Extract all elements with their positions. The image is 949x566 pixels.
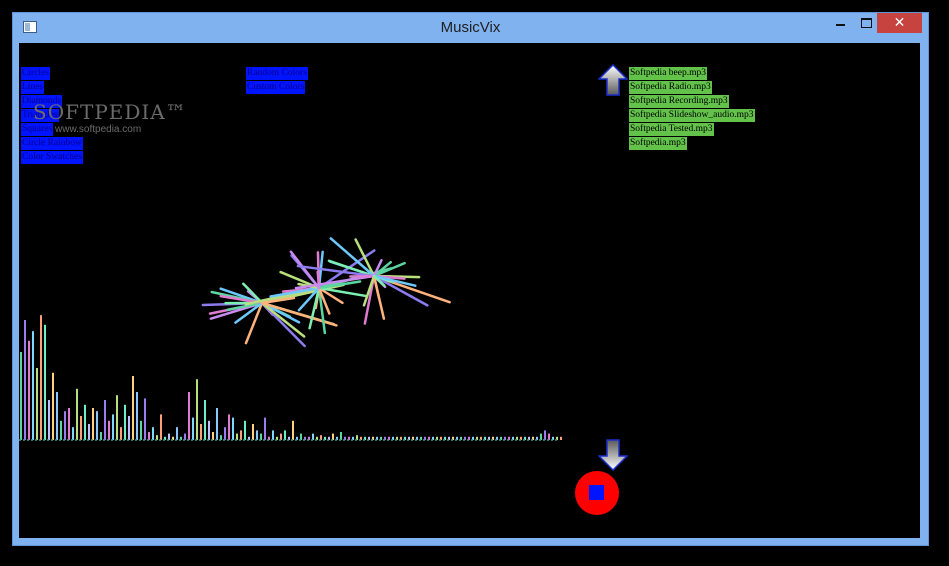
spectrum-bar [88,424,90,440]
spectrum-bar [224,427,226,440]
playlist-item[interactable]: Softpedia beep.mp3 [629,67,707,80]
menu-item-circle-rainbow[interactable]: Circle Rainbow [21,137,83,150]
watermark-logo: SOFTPEDIA™ [33,100,187,124]
spectrum-bar [152,427,154,440]
spectrum-bar [68,408,70,440]
spectrum-bar [208,420,210,440]
scroll-up-button[interactable] [598,64,628,96]
spectrum-bar [252,424,254,440]
spectrum-bar [260,433,262,440]
watermark-url: www.softpedia.com [55,124,142,135]
spectrum-bar [228,414,230,440]
spectrum-bar [300,433,302,440]
spectrum-bar [312,433,314,440]
spectrum-bar [124,404,126,440]
spectrum-bar [272,430,274,440]
spectrum-bar [148,432,150,440]
spectrum-bar [108,420,110,440]
softpedia-watermark: SOFTPEDIA™ www.softpedia.com [33,100,187,135]
spectrum-bar [36,368,38,440]
spectrum-bar [236,433,238,440]
spectrum-bar [188,392,190,440]
spectrum-bar [548,433,550,440]
spectrum-bar [240,430,242,440]
burst-line [316,251,321,290]
close-button[interactable]: ✕ [877,13,922,33]
spectrum-bar [540,433,542,440]
spectrum-bar [128,416,130,440]
spectrum-bar [92,408,94,440]
stop-button[interactable] [575,471,619,515]
spectrum-bar [160,414,162,440]
spectrum-bar [544,430,546,440]
spectrum-bar [216,408,218,440]
spectrum-bar [192,417,194,440]
spectrum-bar [284,430,286,440]
spectrum-bar [204,400,206,440]
spectrum-bar [340,432,342,440]
arrow-up-icon [598,64,628,96]
window-title: MusicVix [440,19,501,36]
menu-item-color-swatches[interactable]: Color Swatches [21,151,83,164]
spectrum-bar [136,392,138,440]
spectrum-bar [292,420,294,440]
spectrum-bar [40,315,42,440]
spectrum-bar [140,420,142,440]
playlist-item[interactable]: Softpedia Recording.mp3 [629,95,729,108]
spectrum-bar [184,433,186,440]
spectrum-bar [112,414,114,440]
spectrum-bar [80,416,82,440]
spectrum-bar [100,432,102,440]
spectrum-bar [232,417,234,440]
spectrum-bar [256,430,258,440]
spectrum-bar [196,379,198,440]
spectrum-bar [200,424,202,440]
menu-item-circles[interactable]: Circles [21,67,50,80]
spectrum-bar [48,400,50,440]
menu-item-random-colors[interactable]: Random Colors [246,67,308,80]
spectrum-bar [96,411,98,440]
spectrum-bar [332,433,334,440]
menu-item-custom-colors[interactable]: Custom Colors [246,81,306,94]
spectrum-bar [104,400,106,440]
title-bar[interactable]: MusicVix ✕ [13,13,928,43]
spectrum-bar [144,398,146,440]
playlist-item[interactable]: Softpedia Radio.mp3 [629,81,712,94]
spectrum-bar [84,404,86,440]
spectrum-bar [120,427,122,440]
playlist: Softpedia beep.mp3 Softpedia Radio.mp3 S… [629,67,755,151]
spectrum-bar [280,433,282,440]
playlist-item[interactable]: Softpedia Tested.mp3 [629,123,714,136]
spectrum-bar [44,324,46,440]
stop-icon [589,485,604,500]
spectrum-bar [560,436,562,440]
scroll-down-button[interactable] [598,439,628,471]
spectrum-bar [168,433,170,440]
spectrum-bar [244,420,246,440]
minimize-button[interactable] [827,13,855,33]
spectrum-bar [20,352,22,440]
spectrum-bar [176,427,178,440]
spectrum-bar [264,417,266,440]
playlist-item[interactable]: Softpedia.mp3 [629,137,687,150]
spectrum-bar [60,420,62,440]
spectrum-bar [28,340,30,440]
playlist-item[interactable]: Softpedia Slideshow_audio.mp3 [629,109,755,122]
spectrum-bar [212,432,214,440]
spectrum-bar [56,392,58,440]
close-icon: ✕ [893,15,906,31]
spectrum-bar [72,427,74,440]
spectrum-bar [32,331,34,440]
menu-item-lines[interactable]: Lines [21,81,45,94]
spectrum-bar [24,320,26,440]
color-menu: Random Colors Custom Colors [246,67,308,95]
spectrum-bar [52,372,54,440]
spectrum-bar [76,388,78,440]
spectrum-bar [116,395,118,440]
spectrum-bar [64,411,66,440]
spectrum-bar [132,376,134,440]
arrow-down-icon [598,439,628,471]
